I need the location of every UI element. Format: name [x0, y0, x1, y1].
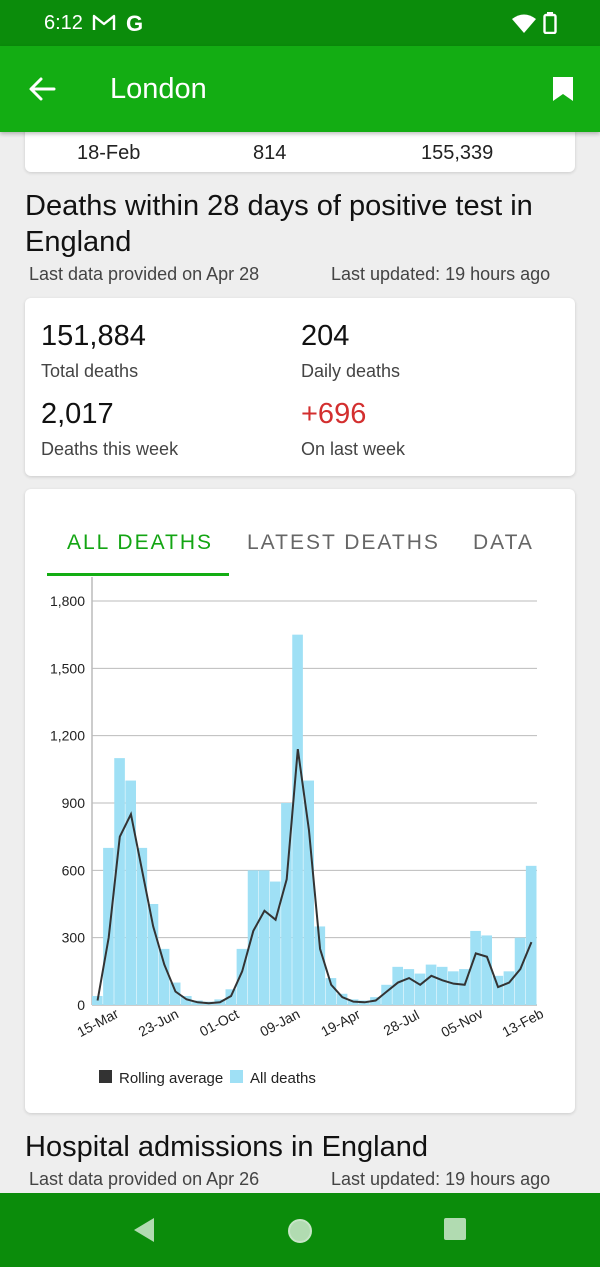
- deaths-chart: 03006009001,2001,5001,80015-Mar 23-Jun 01-…: [50, 577, 546, 1087]
- deaths-stats-card: 151,884 Total deaths 204 Daily deaths 2,…: [25, 298, 575, 476]
- y-tick-label: 900: [62, 795, 86, 811]
- all-deaths-bar: [448, 971, 459, 1005]
- all-deaths-bar: [270, 881, 281, 1005]
- week-deaths-label: Deaths this week: [41, 439, 179, 459]
- x-tick-label: 13-Feb: [499, 1005, 546, 1040]
- all-deaths-bar: [158, 948, 170, 1005]
- all-deaths-bar: [436, 966, 448, 1005]
- y-tick-label: 300: [62, 930, 86, 946]
- x-tick-label: 23-Jun: [136, 1005, 181, 1039]
- all-deaths-bar: [414, 973, 426, 1005]
- back-arrow-icon[interactable]: [28, 76, 56, 107]
- x-tick-label: 05-Nov: [438, 1005, 485, 1040]
- deaths-data-provided: Last data provided on Apr 28: [29, 264, 260, 284]
- hospital-section-title: Hospital admissions in England: [25, 1131, 428, 1163]
- x-tick-label: 01-Oct: [197, 1006, 242, 1040]
- wifi-icon: [512, 14, 536, 39]
- weekly-change-value: +696: [301, 398, 367, 430]
- table-cell-date: 18-Feb: [77, 142, 141, 164]
- legend-swatch-all-deaths: [230, 1070, 243, 1083]
- battery-icon: [543, 12, 557, 39]
- all-deaths-bar: [470, 930, 481, 1005]
- all-deaths-bar: [258, 870, 270, 1005]
- app-bar: London: [0, 46, 600, 132]
- week-deaths-value: 2,017: [41, 398, 114, 430]
- hospital-data-provided: Last data provided on Apr 26: [29, 1169, 260, 1189]
- daily-deaths-value: 204: [301, 320, 350, 352]
- y-tick-label: 1,500: [50, 660, 85, 676]
- legend-label-rolling-average: Rolling average: [119, 1070, 223, 1087]
- x-tick-label: 19-Apr: [318, 1006, 363, 1040]
- y-tick-label: 600: [62, 862, 86, 878]
- status-bar: 6:12 G: [0, 0, 600, 46]
- legend-label-all-deaths: All deaths: [250, 1070, 316, 1087]
- all-deaths-bar: [525, 865, 537, 1005]
- table-cell-total: 155,339: [421, 142, 494, 164]
- y-tick-label: 1,200: [50, 728, 85, 744]
- deaths-chart-card: ALL DEATHS LATEST DEATHS DATA 0 300 600 900…: [25, 489, 575, 1113]
- page-title: London: [110, 73, 207, 105]
- table-cell-value: 814: [253, 142, 287, 164]
- all-deaths-bar: [103, 847, 114, 1005]
- all-deaths-bar: [303, 780, 314, 1005]
- daily-deaths-label: Daily deaths: [301, 361, 401, 381]
- nav-back-icon[interactable]: [132, 1217, 156, 1248]
- system-nav-bar: [0, 1193, 600, 1267]
- all-deaths-bar: [425, 964, 437, 1005]
- y-tick-label: 0: [77, 997, 85, 1013]
- x-tick-label: 09-Jan: [257, 1005, 302, 1039]
- all-deaths-bar: [403, 969, 415, 1005]
- all-deaths-bar: [492, 975, 504, 1005]
- x-tick-label: 28-Jul: [381, 1007, 422, 1039]
- all-deaths-bar: [247, 870, 259, 1005]
- y-tick-label: 1,800: [50, 593, 85, 609]
- deaths-last-updated: Last updated: 19 hours ago: [331, 264, 551, 284]
- all-deaths-bar: [503, 971, 515, 1005]
- legend-swatch-rolling-average: [99, 1070, 112, 1083]
- all-deaths-bar: [514, 937, 526, 1005]
- nav-home-icon[interactable]: [286, 1217, 314, 1250]
- hospital-last-updated: Last updated: 19 hours ago: [331, 1169, 551, 1189]
- all-deaths-bar: [147, 904, 159, 1005]
- status-time: 6:12: [44, 12, 83, 34]
- google-icon: G: [126, 11, 144, 36]
- deaths-section-title: Deaths within 28 days of positive test i…: [25, 190, 533, 258]
- gmail-icon: [92, 14, 116, 37]
- nav-recents-icon[interactable]: [443, 1217, 467, 1246]
- all-deaths-bar: [481, 935, 492, 1005]
- total-deaths-value: 151,884: [41, 320, 146, 352]
- total-deaths-label: Total deaths: [41, 361, 139, 381]
- all-deaths-bar: [292, 634, 303, 1005]
- bookmark-icon[interactable]: [552, 76, 574, 107]
- weekly-change-label: On last week: [301, 439, 406, 459]
